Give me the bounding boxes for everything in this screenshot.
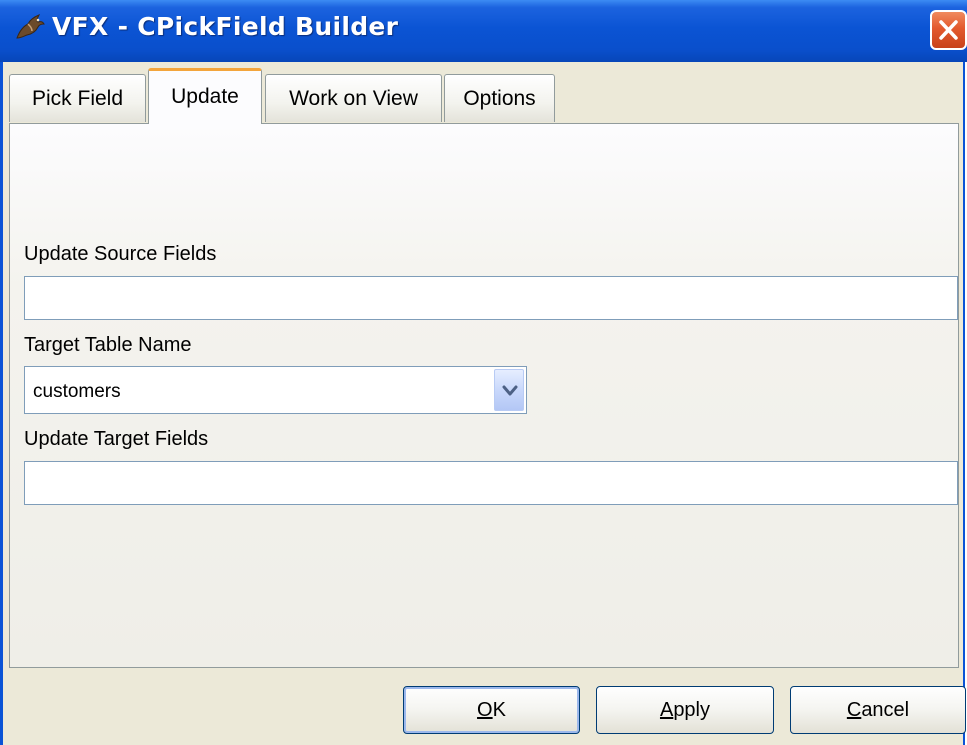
tab-label: Options	[463, 86, 536, 110]
apply-accelerator: A	[659, 698, 674, 721]
app-logo-icon	[16, 14, 45, 39]
tab-label: Pick Field	[31, 86, 124, 110]
target-table-name-label: Target Table Name	[24, 334, 192, 356]
tab-pick-field[interactable]: Pick Field	[9, 74, 146, 122]
close-button[interactable]	[930, 10, 967, 50]
dropdown-button[interactable]	[494, 369, 524, 411]
ok-button[interactable]: OK	[403, 686, 580, 734]
tab-label: Update	[171, 85, 239, 108]
cancel-accelerator: C	[846, 698, 862, 721]
target-table-name-value: customers	[33, 381, 121, 402]
update-source-fields-label: Update Source Fields	[24, 243, 217, 265]
chevron-down-icon	[502, 385, 518, 396]
tab-options[interactable]: Options	[444, 74, 555, 122]
tab-update[interactable]: Update	[148, 68, 262, 124]
close-icon	[939, 20, 958, 40]
tab-work-on-view[interactable]: Work on View	[265, 74, 442, 122]
cancel-label-rest: ancel	[861, 698, 910, 721]
update-target-fields-label: Update Target Fields	[24, 428, 209, 450]
apply-label-rest: pply	[673, 698, 711, 721]
ok-accelerator: O	[477, 698, 493, 721]
window-title: VFX - CPickField Builder	[52, 12, 399, 41]
update-target-fields-input[interactable]	[24, 461, 958, 505]
tab-label: Work on View	[289, 86, 418, 110]
ok-label-rest: K	[492, 698, 506, 721]
apply-button[interactable]: Apply	[596, 686, 774, 734]
update-source-fields-input[interactable]	[24, 276, 958, 320]
cancel-button[interactable]: Cancel	[790, 686, 966, 734]
tab-strip: Pick Field Update Work on View Options	[9, 68, 959, 124]
title-bar[interactable]: VFX - CPickField Builder	[0, 0, 967, 62]
target-table-name-select[interactable]: customers	[24, 366, 527, 414]
